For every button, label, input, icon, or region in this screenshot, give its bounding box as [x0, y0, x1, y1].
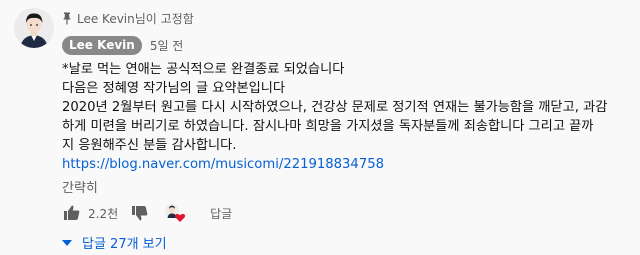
creator-heart [164, 203, 186, 223]
like-count: 2.2천 [88, 206, 119, 221]
pin-icon [63, 12, 71, 25]
comment-header: Lee Kevin 5일 전 [62, 36, 183, 55]
view-replies-button[interactable]: 답글 27개 보기 [62, 233, 167, 252]
comment-line: 하게 미련을 버리기로 하였습니다. 잠시나마 희망을 가지셨을 독자분들께 죄… [62, 119, 594, 134]
comment-time[interactable]: 5일 전 [150, 37, 184, 54]
dislike-button[interactable] [130, 203, 150, 223]
caret-down-icon [62, 239, 72, 246]
creator-heart-icon [174, 213, 186, 222]
like-button[interactable] [62, 203, 82, 223]
author-chip[interactable]: Lee Kevin [62, 36, 142, 55]
comment-avatar[interactable] [14, 8, 54, 48]
pinned-label: Lee Kevin님이 고정함 [77, 12, 194, 26]
reply-button[interactable]: 답글 [210, 205, 232, 222]
comment-line: 다음은 정혜영 작가님의 글 요약본입니다 [62, 81, 286, 96]
pinned-indicator: Lee Kevin님이 고정함 [62, 10, 194, 27]
collapse-button[interactable]: 간략히 [62, 177, 98, 196]
thumbs-up-icon [64, 205, 80, 220]
comment-line: 2020년 2월부터 원고를 다시 시작하였으나, 건강상 문제로 정기적 연재… [62, 100, 608, 115]
thumbs-down-icon [132, 206, 148, 221]
comment-actions: 2.2천 답글 [62, 203, 232, 223]
comment-link[interactable]: https://blog.naver.com/musicomi/22191883… [62, 155, 634, 174]
comment-line: *날로 먹는 연애는 공식적으로 완결종료 되었습니다 [62, 62, 345, 77]
comment-line: 지 응원해주신 분들 감사합니다. [62, 138, 237, 153]
view-replies-label: 답글 27개 보기 [82, 237, 167, 252]
comment-body: *날로 먹는 연애는 공식적으로 완결종료 되었습니다 다음은 정혜영 작가님의… [62, 60, 634, 174]
